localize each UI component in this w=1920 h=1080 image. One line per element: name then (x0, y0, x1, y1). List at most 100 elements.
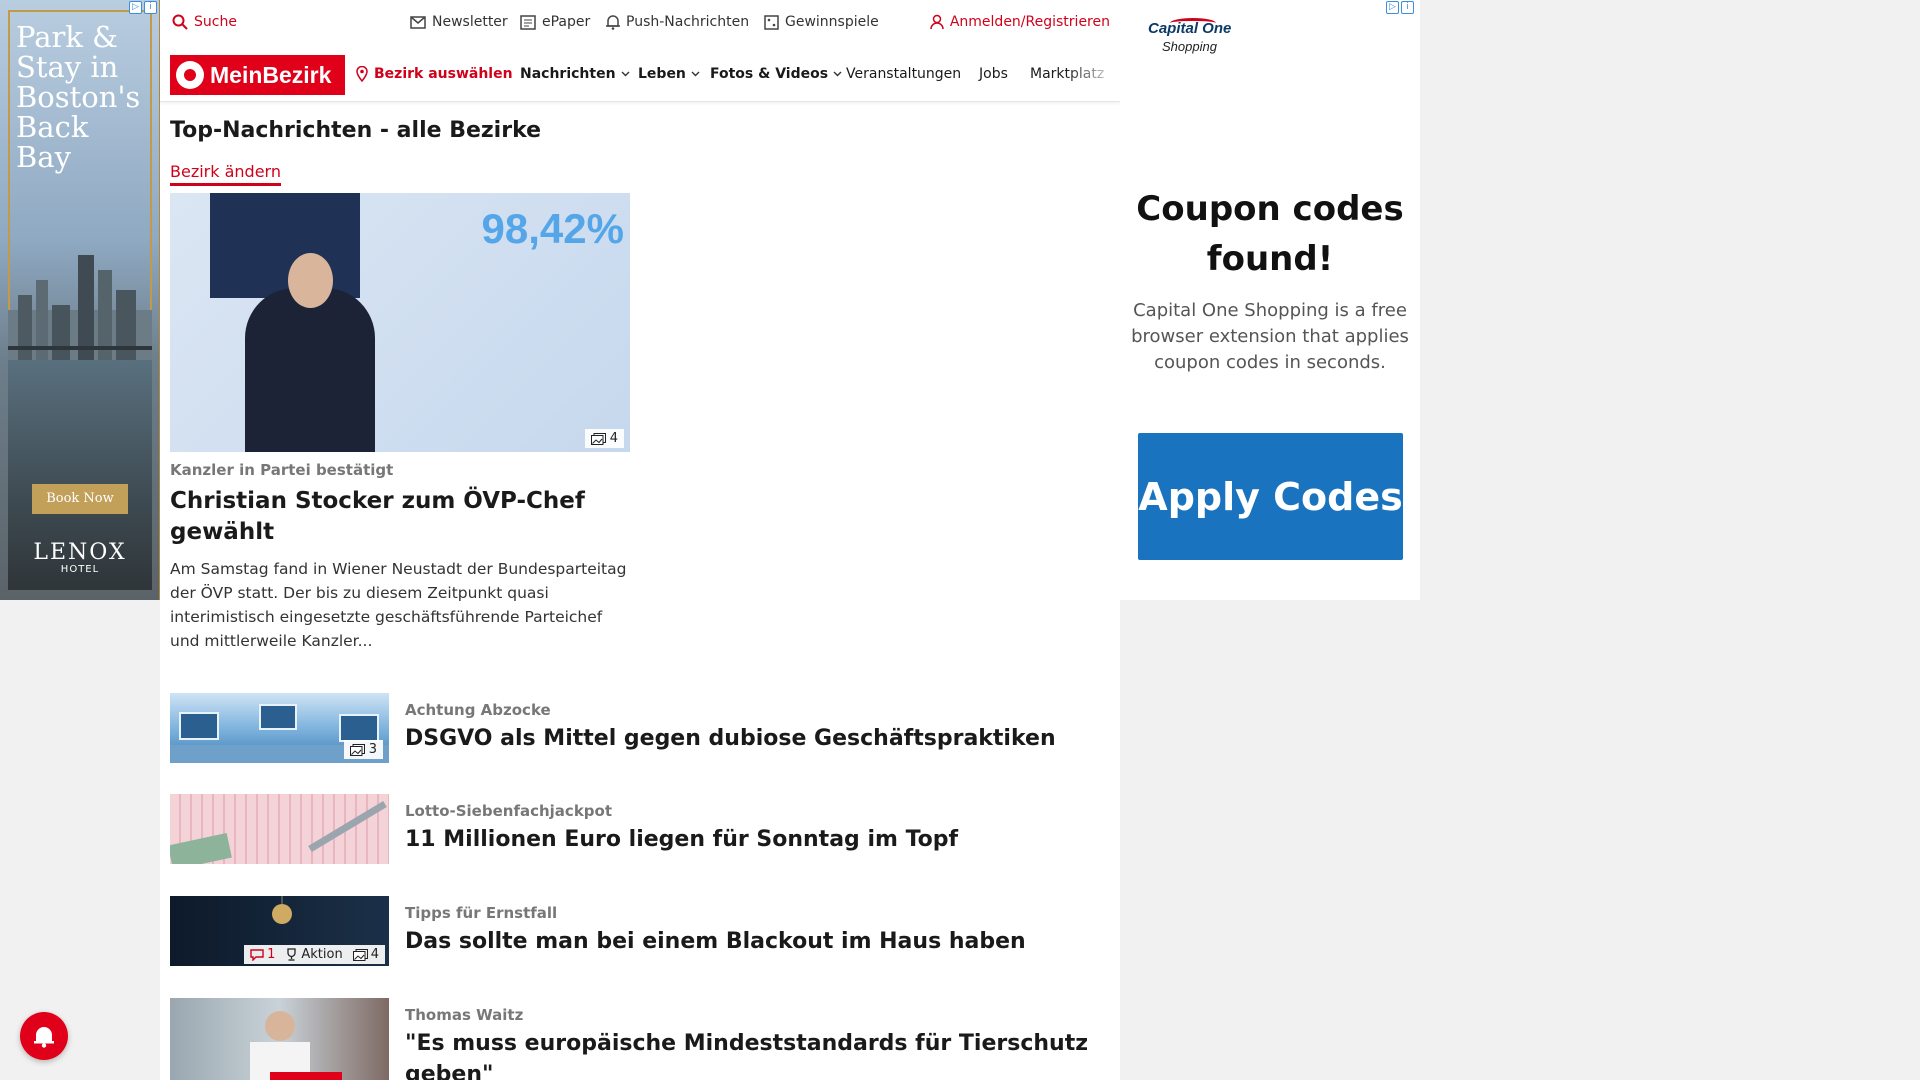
thumb-illustration (250, 1011, 342, 1080)
article-thumbnail (170, 794, 389, 864)
gewinnspiele-label: Gewinnspiele (785, 14, 879, 30)
search-link[interactable]: Suche (172, 14, 237, 30)
list-item[interactable]: Lotto-Siebenfachjackpot 11 Millionen Eur… (170, 794, 1110, 864)
login-label: Anmelden/Registrieren (949, 14, 1110, 30)
lead-kicker: Kanzler in Partei bestätigt (170, 461, 394, 479)
gallery-icon (590, 432, 606, 445)
nav-leben[interactable]: Leben (638, 66, 700, 82)
main-column: Suche Newsletter ePaper Push-Nachrichten… (160, 0, 1120, 1080)
list-item[interactable]: 1 Aktion 4 Tipps für Ernstfall Das sollt… (170, 896, 1110, 966)
image-count-badge: 3 (343, 740, 383, 759)
image-count-badge: 4 (352, 947, 379, 962)
nav-jobs[interactable]: Jobs (979, 66, 1008, 82)
ad-left-brand: LENOX (33, 540, 127, 565)
image-count: 4 (609, 431, 618, 446)
push-notifications-link[interactable]: Push-Nachrichten (606, 14, 749, 30)
nav-nachrichten-label: Nachrichten (520, 66, 616, 82)
comment-count: 1 (267, 947, 276, 962)
bell-icon (606, 15, 620, 30)
article-thumbnail: 3 (170, 693, 389, 763)
lead-title[interactable]: Christian Stocker zum ÖVP-Chef gewählt (170, 486, 630, 548)
article-title[interactable]: "Es muss europäische Mindeststandards fü… (405, 1028, 1095, 1080)
nav-scroll-fade (1065, 50, 1120, 100)
thumb-illustration (170, 800, 387, 864)
search-label: Suche (194, 14, 237, 30)
image-count: 4 (370, 947, 379, 962)
ad-left-skyline-image (8, 255, 152, 360)
gallery-icon (349, 743, 365, 756)
login-register-link[interactable]: Anmelden/Registrieren (930, 14, 1110, 30)
article-kicker: Lotto-Siebenfachjackpot (405, 802, 613, 820)
meinbezirk-logo[interactable]: MeinBezirk (170, 55, 345, 95)
lead-image-screen (210, 193, 360, 298)
nav-nachrichten[interactable]: Nachrichten (520, 66, 630, 82)
lead-image-person (245, 288, 375, 452)
logo-text: MeinBezirk (210, 61, 332, 88)
nav-fotos-videos[interactable]: Fotos & Videos (710, 66, 842, 82)
ad-right-body: Capital One Shopping is a free browser e… (1131, 300, 1409, 373)
ad-left-banner[interactable]: Park & Stay in Boston's Back Bay ▷ i Book… (0, 0, 160, 600)
main-navigation: MeinBezirk Bezirk auswählen Nachrichten … (160, 50, 1120, 102)
article-title[interactable]: Das sollte man bei einem Blackout im Hau… (405, 926, 1095, 957)
mail-icon (410, 15, 426, 29)
user-icon (930, 14, 944, 30)
newspaper-icon (520, 14, 536, 30)
gewinnspiele-link[interactable]: Gewinnspiele (764, 14, 879, 30)
ad-right-headline: Coupon codes found! (1136, 189, 1404, 279)
lead-image-percent: 98,42% (481, 205, 624, 252)
article-thumbnail: 1 Aktion 4 (170, 896, 389, 966)
comment-badge: 1 (250, 947, 275, 962)
capital-one-brand: Capital One (1148, 20, 1232, 37)
book-now-button[interactable]: Book Now (32, 484, 128, 514)
lead-article-image[interactable]: 98,42% 4 (170, 193, 630, 452)
list-item[interactable]: Thomas Waitz "Es muss europäische Mindes… (170, 998, 1110, 1080)
capital-one-logo: Capital One Shopping (1148, 20, 1231, 54)
chevron-down-icon (833, 71, 842, 77)
nav-leben-label: Leben (638, 66, 686, 82)
ad-left-headline: Park & Stay in Boston's Back Bay (16, 20, 141, 174)
epaper-link[interactable]: ePaper (520, 14, 590, 30)
epaper-label: ePaper (542, 14, 591, 30)
image-count-badge: 4 (584, 429, 624, 448)
push-notification-button[interactable] (20, 1012, 68, 1060)
ad-right-banner[interactable]: ▷ i Capital One Shopping Coupon codes fou… (1120, 0, 1420, 600)
gallery-icon (352, 948, 368, 961)
adchoices-icon[interactable]: ▷ i (1386, 1, 1414, 14)
bezirk-select-button[interactable]: Bezirk auswählen (356, 66, 513, 82)
comment-icon (250, 948, 264, 961)
article-title[interactable]: DSGVO als Mittel gegen dubiose Geschäfts… (405, 723, 1095, 754)
push-label: Push-Nachrichten (626, 14, 750, 30)
nav-veranstaltungen[interactable]: Veranstaltungen (846, 66, 961, 82)
chevron-down-icon (621, 71, 630, 77)
list-item[interactable]: 3 Achtung Abzocke DSGVO als Mittel gegen… (170, 693, 1110, 763)
article-kicker: Thomas Waitz (405, 1006, 524, 1024)
page: Park & Stay in Boston's Back Bay ▷ i Book… (0, 0, 1920, 1080)
chevron-down-icon (691, 71, 700, 77)
article-kicker: Tipps für Ernstfall (405, 904, 558, 922)
aktion-label: Aktion (301, 947, 343, 962)
bezirk-aendern-link[interactable]: Bezirk ändern (170, 162, 281, 186)
newsletter-link[interactable]: Newsletter (410, 14, 508, 30)
location-pin-icon (356, 66, 368, 82)
aktion-badge: Aktion (285, 947, 343, 962)
bezirk-select-label: Bezirk auswählen (374, 66, 513, 82)
article-title[interactable]: 11 Millionen Euro liegen für Sonntag im … (405, 824, 1095, 855)
adchoices-icon[interactable]: ▷ i (129, 1, 157, 14)
article-badges: 1 Aktion 4 (244, 945, 385, 964)
lead-image-head (288, 253, 333, 308)
top-utility-bar: Suche Newsletter ePaper Push-Nachrichten… (160, 0, 1120, 46)
search-icon (172, 14, 188, 30)
trophy-icon (287, 948, 297, 961)
logo-sun-icon (176, 61, 204, 89)
image-count: 3 (368, 742, 377, 757)
bell-icon (34, 1027, 54, 1048)
apply-codes-button[interactable]: Apply Codes (1138, 433, 1403, 560)
newsletter-label: Newsletter (432, 14, 508, 30)
prize-icon (764, 14, 779, 30)
page-title: Top-Nachrichten - alle Bezirke (170, 118, 542, 143)
capital-one-brand-sub: Shopping (1162, 39, 1217, 54)
article-thumbnail (170, 998, 389, 1080)
nav-fotos-videos-label: Fotos & Videos (710, 66, 829, 82)
lead-teaser: Am Samstag fand in Wiener Neustadt der B… (170, 560, 627, 650)
ad-left-brand-sub: HOTEL (60, 564, 100, 575)
